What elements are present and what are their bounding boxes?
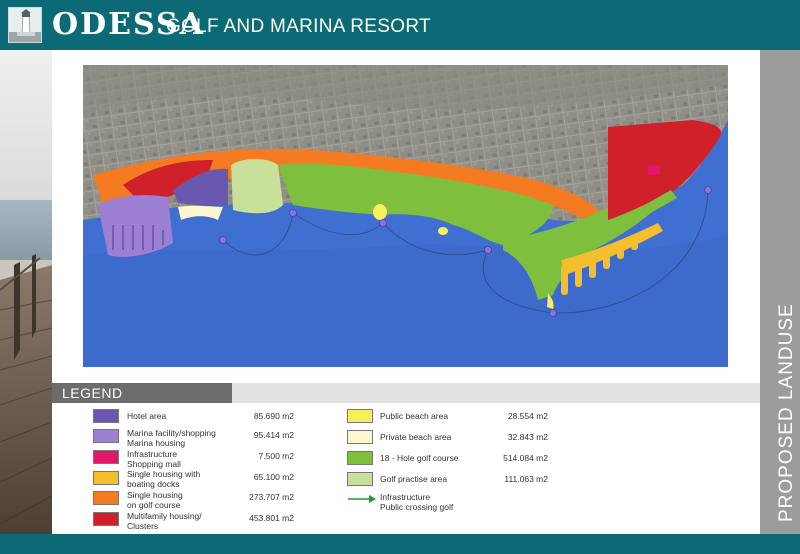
legend-swatch-public-beach xyxy=(347,409,373,423)
legend-value-boating-docks: 65.100 m2 xyxy=(253,472,294,482)
legend-swatch-infrastructure xyxy=(93,450,119,464)
legend-value-marina: 95.414 m2 xyxy=(253,430,294,440)
legend-value-golf-housing: 273.707 m2 xyxy=(249,492,294,502)
resort-subtitle: GOLF AND MARINA RESORT xyxy=(166,16,431,37)
legend-title: LEGEND xyxy=(62,385,123,401)
header-bar: ODESSA GOLF AND MARINA RESORT xyxy=(0,0,800,50)
proposed-landuse-label: PROPOSED LANDUSE xyxy=(776,303,797,522)
legend-swatch-private-beach xyxy=(347,430,373,444)
legend-label-public-crossing: Infrastructure Public crossing golf xyxy=(380,492,454,512)
boardwalk-photo xyxy=(0,50,52,534)
footer-bar xyxy=(0,534,800,554)
legend-swatch-hotel xyxy=(93,409,119,423)
legend-swatch-golf-housing xyxy=(93,491,119,505)
legend-value-golf-practise: 111.063 m2 xyxy=(504,474,548,484)
legend-value-golf-course: 514.084 m2 xyxy=(503,453,548,463)
legend-swatch-golf-course xyxy=(347,451,373,465)
lighthouse-logo-icon xyxy=(8,7,42,43)
legend-value-hotel: 85.690 m2 xyxy=(253,411,294,421)
legend-swatch-golf-practise xyxy=(347,472,373,486)
legend-value-multifamily: 453.801 m2 xyxy=(249,513,294,523)
legend-swatch-multifamily xyxy=(93,512,119,526)
legend-value-private-beach: 32.843 m2 xyxy=(507,432,548,442)
legend-swatch-marina xyxy=(93,429,119,443)
site-plan-map xyxy=(83,65,728,367)
legend-value-infrastructure: 7.500 m2 xyxy=(258,451,294,461)
green-arrow-icon xyxy=(347,492,377,504)
legend-value-public-beach: 28.554 m2 xyxy=(507,411,548,421)
legend-swatch-boating-docks xyxy=(93,471,119,485)
